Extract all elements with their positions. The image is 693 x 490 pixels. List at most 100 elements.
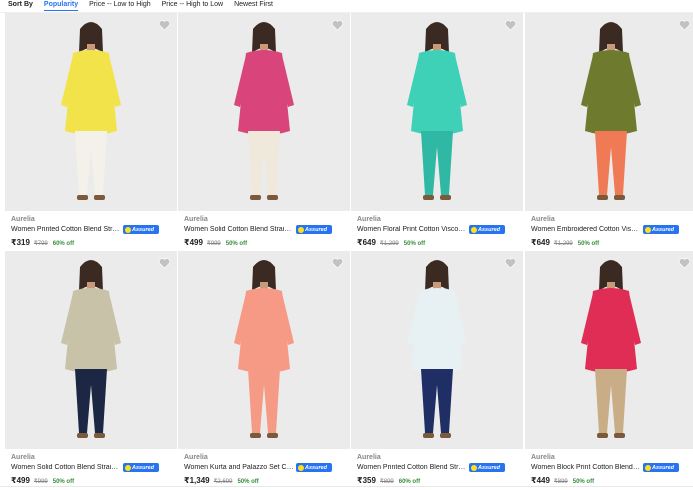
- product-brand: Aurelia: [184, 216, 208, 223]
- price-row: ₹1,349 ₹2,699 50% off: [184, 476, 259, 485]
- assured-label: Assured: [132, 464, 155, 471]
- product-price: ₹449: [531, 476, 550, 485]
- sort-option-newest[interactable]: Newest First: [234, 0, 273, 9]
- assured-f-icon: [471, 226, 477, 233]
- price-row: ₹649 ₹1,299 50% off: [531, 238, 599, 247]
- product-card[interactable]: Aurelia Women Printed Cotton Blend Straig…: [351, 251, 523, 490]
- assured-f-icon: [298, 226, 304, 233]
- product-brand: Aurelia: [531, 454, 555, 461]
- product-discount: 50% off: [225, 241, 248, 247]
- product-title[interactable]: Women Block Print Cotton Blend Kurta: [531, 464, 641, 471]
- product-mrp: ₹1,299: [379, 241, 399, 247]
- wishlist-heart-icon[interactable]: [331, 19, 344, 32]
- price-row: ₹499 ₹999 50% off: [184, 238, 247, 247]
- product-image[interactable]: [178, 251, 350, 449]
- sort-option-popularity[interactable]: Popularity: [43, 0, 79, 11]
- product-brand: Aurelia: [11, 454, 35, 461]
- sort-by-label: Sort By: [8, 1, 33, 8]
- product-mrp: ₹999: [33, 479, 48, 485]
- product-title[interactable]: Women Embroidered Cotton Viscose Kurta S…: [531, 226, 641, 233]
- assured-badge: Assured: [469, 463, 505, 472]
- wishlist-heart-icon[interactable]: [331, 257, 344, 270]
- product-discount: 50% off: [572, 479, 595, 485]
- product-title[interactable]: Women Solid Cotton Blend Straight Kurta: [184, 226, 294, 233]
- product-title[interactable]: Women Printed Cotton Blend Straight Kurt…: [357, 464, 467, 471]
- sort-bar: Sort By Popularity Price -- Low to High …: [0, 0, 693, 13]
- product-title[interactable]: Women Kurta and Palazzo Set Cotton Blend: [184, 464, 294, 471]
- product-mrp: ₹1,299: [553, 241, 573, 247]
- assured-f-icon: [471, 464, 477, 471]
- product-image[interactable]: [351, 251, 523, 449]
- assured-label: Assured: [305, 464, 328, 471]
- product-card[interactable]: Aurelia Women Embroidered Cotton Viscose …: [525, 13, 693, 252]
- product-card[interactable]: Aurelia Women Kurta and Palazzo Set Cotto…: [178, 251, 350, 490]
- product-discount: 50% off: [577, 241, 600, 247]
- product-card[interactable]: Aurelia Women Solid Cotton Blend Straight…: [178, 13, 350, 252]
- assured-label: Assured: [478, 464, 501, 471]
- product-mrp: ₹799: [33, 241, 48, 247]
- wishlist-heart-icon[interactable]: [678, 257, 691, 270]
- product-title[interactable]: Women Solid Cotton Blend Straight Kurta: [11, 464, 121, 471]
- product-card[interactable]: Aurelia Women Solid Cotton Blend Straight…: [5, 251, 177, 490]
- assured-badge: Assured: [123, 225, 159, 234]
- price-row: ₹319 ₹799 60% off: [11, 238, 74, 247]
- product-brand: Aurelia: [184, 454, 208, 461]
- product-brand: Aurelia: [357, 216, 381, 223]
- wishlist-heart-icon[interactable]: [678, 19, 691, 32]
- product-image[interactable]: [5, 13, 177, 211]
- product-price: ₹499: [11, 476, 30, 485]
- wishlist-heart-icon[interactable]: [504, 19, 517, 32]
- product-card[interactable]: Aurelia Women Floral Print Cotton Viscose…: [351, 13, 523, 252]
- model-figure-icon: [525, 13, 693, 211]
- assured-badge: Assured: [123, 463, 159, 472]
- product-brand: Aurelia: [531, 216, 555, 223]
- sort-option-price-low-high[interactable]: Price -- Low to High: [89, 0, 150, 9]
- product-mrp: ₹999: [206, 241, 221, 247]
- product-image[interactable]: [178, 13, 350, 211]
- product-image[interactable]: [5, 251, 177, 449]
- wishlist-heart-icon[interactable]: [158, 257, 171, 270]
- product-image[interactable]: [351, 13, 523, 211]
- assured-label: Assured: [132, 226, 155, 233]
- model-figure-icon: [525, 251, 693, 449]
- price-row: ₹359 ₹899 60% off: [357, 476, 420, 485]
- assured-f-icon: [125, 464, 131, 471]
- sort-option-price-high-low[interactable]: Price -- High to Low: [162, 0, 223, 9]
- assured-f-icon: [125, 226, 131, 233]
- product-price: ₹359: [357, 476, 376, 485]
- model-figure-icon: [178, 13, 350, 211]
- assured-badge: Assured: [643, 225, 679, 234]
- product-price: ₹649: [357, 238, 376, 247]
- model-figure-icon: [351, 251, 523, 449]
- assured-f-icon: [645, 226, 651, 233]
- assured-badge: Assured: [296, 225, 332, 234]
- product-price: ₹499: [184, 238, 203, 247]
- price-row: ₹449 ₹899 50% off: [531, 476, 594, 485]
- model-figure-icon: [5, 251, 177, 449]
- product-price: ₹1,349: [184, 476, 210, 485]
- product-mrp: ₹899: [553, 479, 568, 485]
- product-card[interactable]: Aurelia Women Block Print Cotton Blend Ku…: [525, 251, 693, 490]
- product-title[interactable]: Women Floral Print Cotton Viscose Anarka…: [357, 226, 467, 233]
- product-image[interactable]: [525, 13, 693, 211]
- assured-label: Assured: [305, 226, 328, 233]
- assured-label: Assured: [652, 226, 675, 233]
- product-mrp: ₹2,699: [213, 479, 233, 485]
- price-row: ₹649 ₹1,299 50% off: [357, 238, 425, 247]
- model-figure-icon: [5, 13, 177, 211]
- product-discount: 60% off: [52, 241, 75, 247]
- product-discount: 50% off: [403, 241, 426, 247]
- assured-badge: Assured: [296, 463, 332, 472]
- product-image[interactable]: [525, 251, 693, 449]
- product-discount: 60% off: [398, 479, 421, 485]
- assured-badge: Assured: [643, 463, 679, 472]
- price-row: ₹499 ₹999 50% off: [11, 476, 74, 485]
- product-card[interactable]: Aurelia Women Printed Cotton Blend Straig…: [5, 13, 177, 252]
- product-title[interactable]: Women Printed Cotton Blend Straight Kurt…: [11, 226, 121, 233]
- wishlist-heart-icon[interactable]: [158, 19, 171, 32]
- product-discount: 50% off: [237, 479, 259, 485]
- product-price: ₹319: [11, 238, 30, 247]
- wishlist-heart-icon[interactable]: [504, 257, 517, 270]
- grid-bottom-divider: [0, 486, 693, 487]
- model-figure-icon: [351, 13, 523, 211]
